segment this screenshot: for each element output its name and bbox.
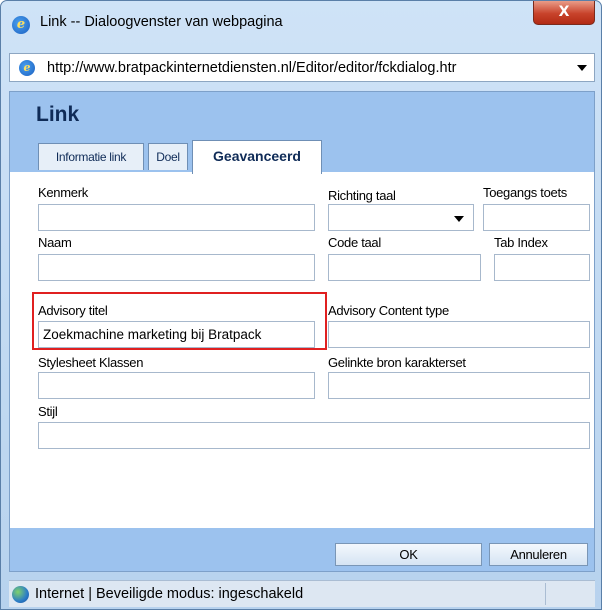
stylesheet-klassen-field[interactable] (38, 372, 315, 399)
tab-informatie-link[interactable]: Informatie link (38, 143, 144, 170)
richting-taal-label: Richting taal (328, 188, 396, 203)
stijl-label: Stijl (38, 404, 58, 419)
close-button[interactable]: X (533, 1, 595, 25)
code-taal-label: Code taal (328, 235, 381, 250)
address-bar[interactable]: e http://www.bratpackinternetdiensten.nl… (9, 53, 595, 82)
advisory-content-type-label: Advisory Content type (328, 303, 449, 318)
tab-index-field[interactable] (494, 254, 590, 281)
toegangs-toets-field[interactable] (483, 204, 590, 231)
chevron-down-icon[interactable] (577, 65, 587, 71)
title-bar: e Link -- Dialoogvenster van webpagina X (1, 1, 601, 45)
stylesheet-klassen-label: Stylesheet Klassen (38, 355, 144, 370)
dialog-title: Link (36, 103, 80, 126)
code-taal-field[interactable] (328, 254, 481, 281)
kenmerk-field[interactable] (38, 204, 315, 231)
gelinkte-bron-karakterset-field[interactable] (328, 372, 590, 399)
dialog-body: Link Informatie link Doel Geavanceerd Ke… (9, 91, 595, 572)
advisory-titel-highlight (32, 292, 327, 350)
security-zone-text: Internet | Beveiligde modus: ingeschakel… (35, 586, 304, 602)
status-divider (545, 583, 546, 605)
status-bar: Internet | Beveiligde modus: ingeschakel… (9, 580, 595, 607)
dialog-footer: OK Annuleren (10, 528, 594, 571)
toegangs-toets-label: Toegangs toets (483, 185, 567, 200)
address-url[interactable]: http://www.bratpackinternetdiensten.nl/E… (47, 60, 567, 76)
naam-label: Naam (38, 235, 72, 250)
advisory-content-type-field[interactable] (328, 321, 590, 348)
ie-page-icon: e (19, 60, 35, 76)
kenmerk-label: Kenmerk (38, 185, 88, 200)
richting-taal-select[interactable] (328, 204, 474, 231)
stijl-field[interactable] (38, 422, 590, 449)
gelinkte-bron-karakterset-label: Gelinkte bron karakterset (328, 355, 466, 370)
dialog-header: Link Informatie link Doel Geavanceerd (10, 92, 594, 174)
tab-index-label: Tab Index (494, 235, 548, 250)
tab-geavanceerd[interactable]: Geavanceerd (192, 140, 322, 174)
chevron-down-icon[interactable] (454, 216, 464, 222)
tab-doel[interactable]: Doel (148, 143, 188, 170)
globe-icon (12, 586, 29, 603)
ok-button[interactable]: OK (335, 543, 482, 566)
cancel-button[interactable]: Annuleren (489, 543, 588, 566)
naam-field[interactable] (38, 254, 315, 281)
dialog-window: e Link -- Dialoogvenster van webpagina X… (0, 0, 602, 610)
window-title: Link -- Dialoogvenster van webpagina (40, 14, 283, 30)
ie-logo-icon: e (12, 16, 30, 34)
